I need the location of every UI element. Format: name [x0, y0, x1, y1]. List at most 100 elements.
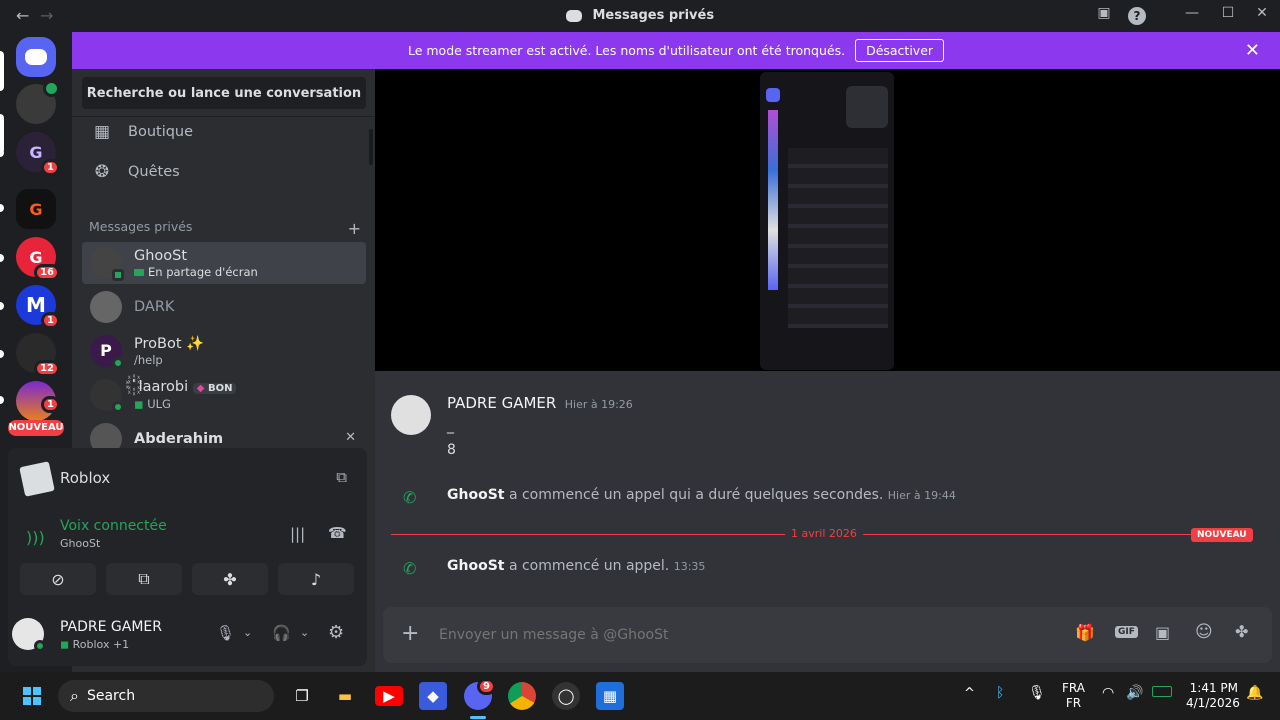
dm-item[interactable]: P ProBot ✨ /help [82, 330, 366, 372]
connection-icon[interactable]: ))) [26, 528, 45, 547]
clock-date: 4/1/2026 [1186, 696, 1240, 710]
activities-button[interactable]: ✤ [192, 563, 268, 595]
wifi-icon[interactable]: ◠ [1102, 685, 1114, 701]
youtube-icon[interactable]: ▶ [375, 686, 403, 706]
notification-icon[interactable]: 🔔 [1246, 685, 1263, 701]
unread-pill [0, 204, 4, 212]
emoji-icon[interactable]: ☺ [1195, 622, 1213, 642]
nav-shop[interactable]: ▦ Boutique [82, 113, 366, 151]
unread-pill [0, 396, 4, 404]
close-dm-icon[interactable]: ✕ [345, 430, 356, 445]
message-avatar[interactable] [391, 395, 431, 435]
dm-name: DARK [134, 298, 175, 315]
close-icon[interactable]: ✕ [1245, 40, 1260, 61]
server-icon-4[interactable]: G 16 [16, 237, 60, 281]
new-server-tag: NOUVEAU [8, 420, 64, 436]
server-badge: 1 [41, 312, 60, 329]
scrollbar[interactable] [369, 129, 373, 165]
clock-time: 1:41 PM [1189, 681, 1238, 695]
dm-item[interactable]: GhooSt En partage d'écran [82, 242, 366, 284]
add-dm-icon[interactable]: + [348, 219, 361, 238]
battery-icon[interactable] [1152, 686, 1172, 697]
attach-plus-icon[interactable]: + [401, 621, 419, 646]
maximize-icon[interactable]: ☐ [1216, 5, 1240, 27]
help-icon[interactable]: ? [1128, 7, 1146, 25]
noise-suppression-icon[interactable]: ||| [290, 525, 305, 543]
call-time: 13:35 [673, 560, 706, 573]
soundboard-button[interactable]: ♪ [278, 563, 354, 595]
lang-primary: FRA [1062, 681, 1085, 695]
home-button[interactable] [16, 37, 56, 77]
screen-share-button[interactable]: ⧉ [106, 563, 182, 595]
tray-chevron-icon[interactable]: ^ [964, 686, 975, 701]
app-icon[interactable]: ◆ [419, 682, 447, 710]
inbox-icon[interactable]: ▣ [1092, 5, 1116, 27]
microphone-icon[interactable]: 🎙 [216, 624, 235, 642]
camera-off-icon: ⊘ [51, 569, 65, 589]
user-avatar[interactable] [12, 618, 46, 652]
message-author[interactable]: PADRE GAMER [447, 394, 556, 412]
roblox-icon [19, 461, 55, 497]
microphone-tray-icon[interactable]: 🎙 [1028, 685, 1046, 701]
server-icon-2[interactable]: G 1 [16, 132, 60, 176]
gift-icon[interactable]: 🎁 [1075, 623, 1095, 642]
nav-quests[interactable]: ❂ Quêtes [82, 153, 366, 191]
chevron-down-icon[interactable]: ⌄ [243, 626, 252, 639]
voice-panel: Roblox ⧉ ))) Voix connectée GhooSt ||| ☎… [8, 448, 367, 604]
unread-pill [0, 302, 4, 310]
discord-taskbar-icon[interactable]: 9 [464, 678, 496, 710]
unread-pill [0, 254, 4, 262]
volume-icon[interactable]: 🔊 [1126, 685, 1143, 701]
call-user[interactable]: GhooSt [447, 487, 504, 503]
start-icon[interactable] [18, 682, 46, 710]
online-status-icon [34, 640, 46, 652]
gif-button[interactable]: GIF [1115, 626, 1138, 638]
close-window-icon[interactable]: ✕ [1250, 5, 1274, 27]
find-conversation-button[interactable]: Recherche ou lance une conversation [82, 77, 366, 109]
disconnect-icon[interactable]: ☎ [328, 524, 347, 542]
voice-status[interactable]: Voix connectée [60, 518, 167, 534]
message-input-bar: + 🎁 GIF ▣ ☺ ✤ [383, 607, 1272, 663]
call-user[interactable]: GhooSt [447, 558, 504, 574]
server-icon-5[interactable]: M 1 [16, 285, 60, 329]
discord-logo-icon [565, 9, 582, 22]
chevron-down-icon[interactable]: ⌄ [300, 626, 309, 639]
discord-badge: 9 [477, 678, 496, 695]
message-input[interactable] [439, 621, 1039, 649]
camera-off-button[interactable]: ⊘ [20, 563, 96, 595]
call-text: a commencé un appel. [508, 558, 670, 574]
sticker-icon[interactable]: ▣ [1155, 623, 1170, 642]
user-panel: PADRE GAMER ◼ Roblox +1 🎙 ⌄ 🎧 ⌄ ⚙ [8, 604, 367, 666]
settings-icon[interactable]: ⚙ [328, 622, 344, 643]
dm-item[interactable]: DARK [82, 286, 366, 328]
app-icon[interactable]: ◯ [552, 682, 580, 710]
call-time: Hier à 19:44 [887, 489, 956, 502]
avatar [90, 291, 122, 323]
disable-streamer-button[interactable]: Désactiver [855, 39, 945, 62]
apps-icon[interactable]: ✤ [1235, 622, 1248, 641]
server-icon-6[interactable]: 12 [16, 333, 60, 377]
server-icon-7[interactable]: 1 [16, 381, 60, 421]
app-icon[interactable]: ▦ [596, 682, 624, 710]
minimize-icon[interactable]: — [1180, 5, 1204, 27]
server-icon-3[interactable]: G [16, 189, 56, 229]
dm-item[interactable]: ꙰ꙴ꙰ laarobi ◆ BON ◼ ULG [82, 374, 366, 416]
task-view-icon[interactable]: ❐ [288, 682, 316, 710]
shop-icon: ▦ [93, 122, 111, 142]
server-icon-1[interactable] [16, 80, 60, 124]
title-bar: ← → Messages privés ▣ ? — ☐ ✕ [0, 0, 1280, 32]
dm-name: Abderahim [134, 430, 224, 447]
avatar: P [90, 335, 124, 369]
unread-pill [0, 114, 4, 154]
taskbar-search[interactable]: ⌕ Search [58, 680, 274, 712]
bluetooth-icon[interactable]: ᛒ [996, 685, 1004, 701]
screen-share-icon: ⧉ [138, 569, 150, 588]
stream-settings-icon[interactable]: ⧉ [336, 468, 347, 486]
chrome-icon[interactable] [508, 682, 536, 710]
headphones-icon[interactable]: 🎧 [272, 624, 291, 642]
chat-area: PADRE GAMER Hier à 19:26 _ 8 ✆ GhooSt a … [375, 371, 1280, 672]
file-explorer-icon[interactable]: ▬ [331, 682, 359, 710]
discord-icon [25, 49, 47, 65]
language-indicator[interactable]: FRA FR [1062, 681, 1085, 711]
dm-status: En partage d'écran [148, 264, 258, 279]
